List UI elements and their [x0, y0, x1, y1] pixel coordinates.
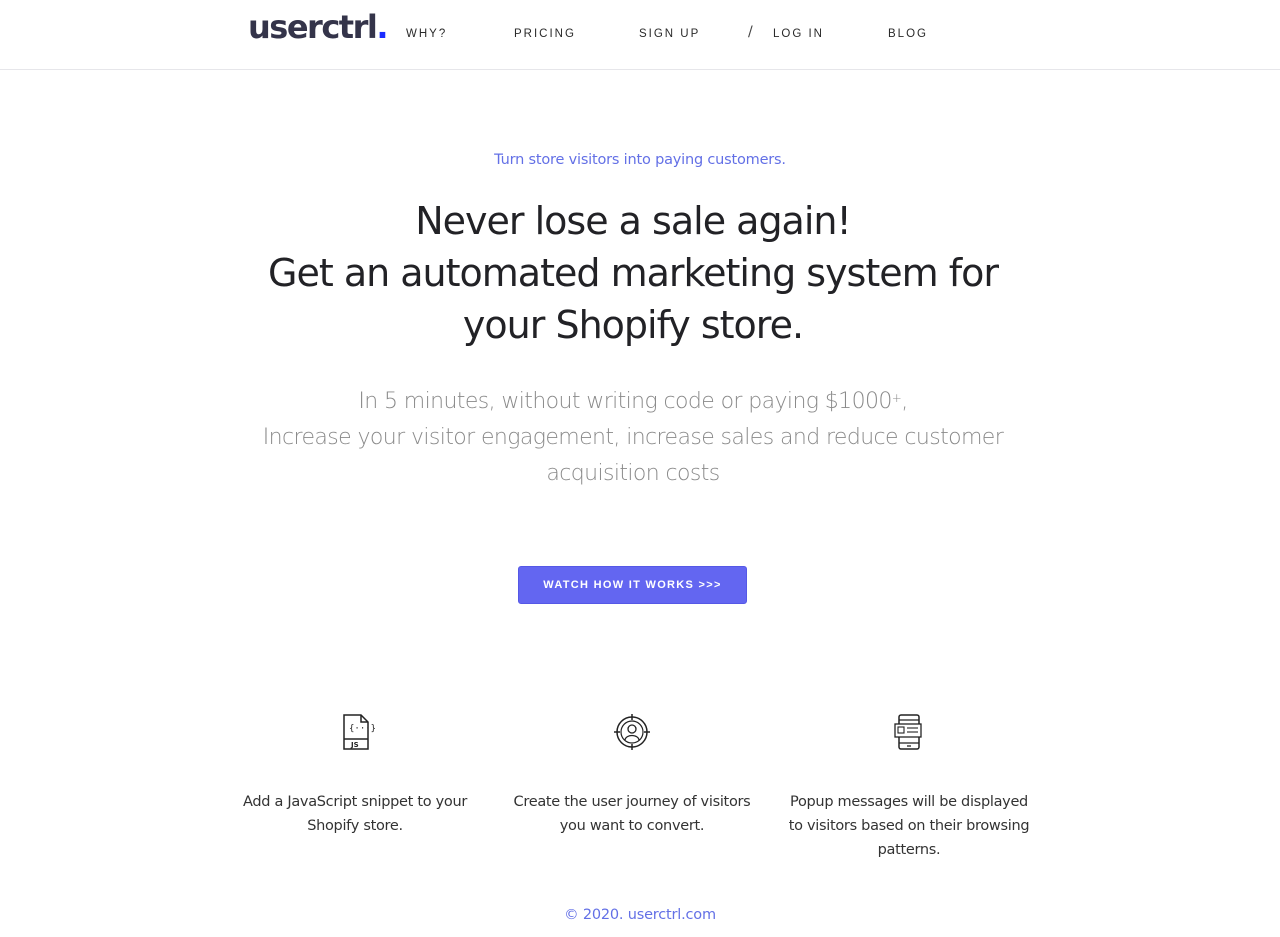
logo-dot: .	[376, 8, 388, 46]
feature-user-journey: Create the user journey of visitors you …	[507, 712, 757, 838]
nav-separator: /	[748, 24, 753, 40]
feature-popup-messages: Popup messages will be displayed to visi…	[784, 712, 1034, 862]
plus-superscript: +	[891, 391, 902, 405]
subheading-comma: ,	[901, 389, 908, 414]
feature-javascript-snippet: {···} JS Add a JavaScript snippet to you…	[230, 712, 480, 838]
target-user-icon	[614, 714, 650, 750]
nav-login[interactable]: LOG IN	[773, 28, 824, 40]
watch-how-it-works-button[interactable]: WATCH HOW IT WORKS >>>	[518, 566, 747, 604]
mobile-popup-icon	[894, 714, 922, 750]
feature-text: Create the user journey of visitors you …	[513, 794, 751, 834]
hero-headline: Never lose a sale again! Get an automate…	[240, 195, 1026, 351]
nav-pricing[interactable]: PRICING	[514, 28, 576, 40]
logo[interactable]: userctrl.	[248, 8, 388, 46]
nav-why[interactable]: WHY?	[406, 28, 447, 40]
feature-text: Add a JavaScript snippet to your Shopify…	[242, 794, 468, 834]
logo-text: userctrl	[248, 8, 378, 46]
js-label: JS	[350, 741, 359, 749]
headline-line-1: Never lose a sale again!	[415, 199, 851, 243]
subheading-line-3: acquisition costs	[546, 461, 720, 486]
headline-line-3: your Shopify store.	[462, 303, 804, 347]
footer-copyright[interactable]: © 2020. userctrl.com	[0, 907, 1280, 923]
subheading-line-2: Increase your visitor engagement, increa…	[262, 425, 1004, 450]
javascript-file-icon: {···} JS	[343, 714, 375, 750]
hero-tagline: Turn store visitors into paying customer…	[494, 152, 786, 168]
headline-line-2: Get an automated marketing system for	[268, 251, 999, 295]
nav-signup[interactable]: SIGN UP	[639, 28, 700, 40]
hero-subheading: In 5 minutes, without writing code or pa…	[240, 380, 1026, 492]
subheading-line-1-text: In 5 minutes, without writing code or pa…	[358, 389, 892, 414]
svg-text:{···}: {···}	[349, 724, 375, 734]
nav-blog[interactable]: BLOG	[888, 28, 928, 40]
site-header: userctrl. WHY? PRICING SIGN UP / LOG IN …	[0, 0, 1280, 70]
feature-text: Popup messages will be displayed to visi…	[788, 794, 1030, 858]
subheading-line-1: In 5 minutes, without writing code or pa…	[240, 380, 1026, 420]
